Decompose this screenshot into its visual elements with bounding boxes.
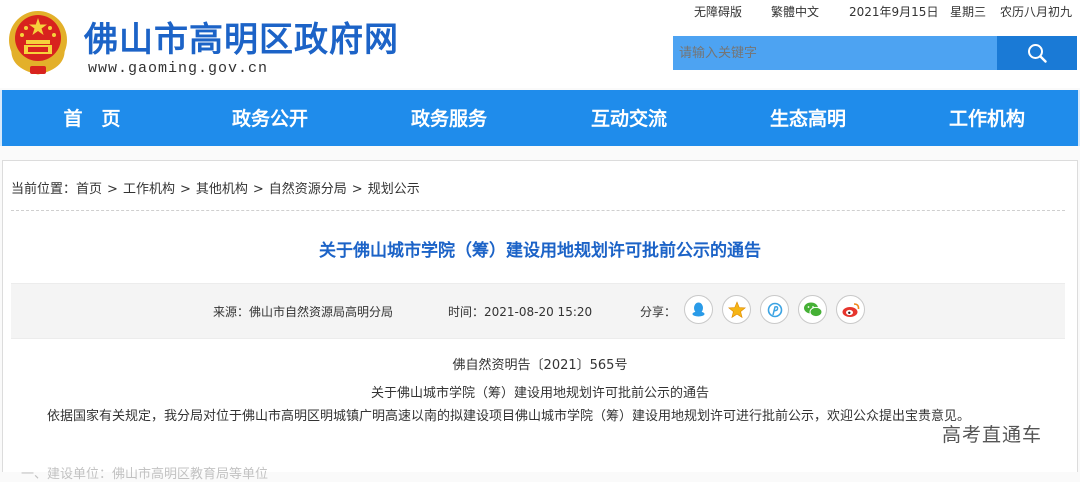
article-source: 来源：佛山市自然资源局高明分局 xyxy=(213,305,394,319)
nav-item-interaction[interactable]: 互动交流 xyxy=(539,90,719,146)
search-icon xyxy=(1028,44,1047,63)
nav-item-gov-affairs-open[interactable]: 政务公开 xyxy=(180,90,360,146)
wechat-icon[interactable] xyxy=(798,295,827,324)
accessibility-link[interactable]: 无障碍版 xyxy=(694,3,742,20)
breadcrumb: 当前位置：首页 > 工作机构 > 其他机构 > 自然资源分局 > 规划公示 xyxy=(11,178,420,197)
doc-faded-line: 一、建设单位：佛山市高明区教育局等单位 xyxy=(21,467,269,482)
article-title: 关于佛山城市学院（筹）建设用地规划许可批前公示的通告 xyxy=(319,241,761,261)
sina-weibo-icon[interactable] xyxy=(836,295,865,324)
nav-item-agencies[interactable]: 工作机构 xyxy=(897,90,1077,146)
breadcrumb-home[interactable]: 首页 xyxy=(76,182,102,197)
main-nav: 首 页 政务公开 政务服务 互动交流 生态高明 工作机构 xyxy=(0,90,1080,146)
breadcrumb-separator: > xyxy=(252,182,264,197)
site-domain: www.gaoming.gov.cn xyxy=(88,60,269,77)
nav-item-gov-services[interactable]: 政务服务 xyxy=(359,90,539,146)
breadcrumb-prefix: 当前位置： xyxy=(11,182,77,197)
watermark-text: 高考直通车 xyxy=(942,424,1043,446)
traditional-chinese-link[interactable]: 繁體中文 xyxy=(771,3,819,20)
nav-item-home[interactable]: 首 页 xyxy=(2,90,182,146)
breadcrumb-separator: > xyxy=(179,182,191,197)
breadcrumb-separator: > xyxy=(107,182,118,197)
breadcrumb-agencies[interactable]: 工作机构 xyxy=(123,182,175,197)
breadcrumb-other-agencies[interactable]: 其他机构 xyxy=(196,182,248,197)
breadcrumb-divider xyxy=(11,210,1065,211)
weibo-tencent-icon[interactable] xyxy=(760,295,789,324)
doc-body-paragraph: 依据国家有关规定，我分局对位于佛山市高明区明城镇广明高速以南的拟建设项目佛山城市… xyxy=(47,409,971,424)
weekday: 星期三 xyxy=(950,5,987,19)
site-header: 佛山市高明区政府网 www.gaoming.gov.cn 无障碍版 繁體中文 2… xyxy=(0,0,1080,88)
breadcrumb-planning-notice[interactable]: 规划公示 xyxy=(368,182,420,197)
article-meta-bar: 来源：佛山市自然资源局高明分局 时间：2021-08-20 15:20 分享： xyxy=(11,283,1065,339)
article-panel: 当前位置：首页 > 工作机构 > 其他机构 > 自然资源分局 > 规划公示 关于佛山城市学院（筹… xyxy=(2,160,1078,482)
lunar-date: 农历八月初九 xyxy=(1000,5,1073,19)
article-time: 时间：2021-08-20 15:20 xyxy=(448,305,593,319)
nav-item-eco-gaoming[interactable]: 生态高明 xyxy=(718,90,898,146)
share-label: 分享： xyxy=(640,305,677,319)
search-button[interactable] xyxy=(997,36,1077,70)
breadcrumb-natural-resources[interactable]: 自然资源分局 xyxy=(269,182,347,197)
doc-title: 关于佛山城市学院（筹）建设用地规划许可批前公示的通告 xyxy=(370,386,709,401)
top-links-bar: 无障碍版 繁體中文 2021年9月15日 星期三 农历八月初九 xyxy=(0,3,1080,21)
breadcrumb-separator: > xyxy=(351,182,363,197)
search-input[interactable] xyxy=(673,36,997,70)
qq-icon[interactable] xyxy=(684,295,713,324)
doc-number: 佛自然资明告〔2021〕565号 xyxy=(452,358,628,373)
current-date: 2021年9月15日 xyxy=(849,5,939,19)
qzone-icon[interactable] xyxy=(722,295,751,324)
